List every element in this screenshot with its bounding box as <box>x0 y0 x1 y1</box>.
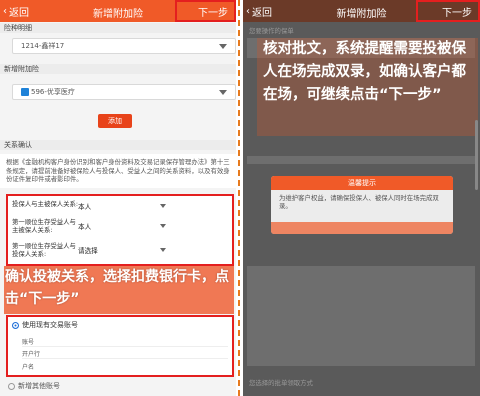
warm-tip-dialog: 温馨提示 为维护客户权益，请确保投保人、被保人同时在场完成双录。 <box>271 176 453 234</box>
relation-confirm-box: 投保人与主被保人关系: 本人 第一顺位生存受益人与主被保人关系: 本人 第一顺位… <box>6 194 234 266</box>
caret-down-icon <box>160 224 166 228</box>
scrollbar[interactable] <box>475 120 478 190</box>
rider-select-value: 1214-鑫祥17 <box>21 42 65 50</box>
content-block <box>247 156 475 164</box>
caret-down-icon <box>160 248 166 252</box>
add-rider-select-value: 596-优享医疗 <box>31 88 75 96</box>
field-divider <box>22 346 228 347</box>
relation-row-value[interactable]: 本人 <box>78 221 91 231</box>
dialog-body: 为维护客户权益，请确保投保人、被保人同时在场完成双录。 <box>279 194 439 210</box>
relation-section-label: 关系确认 <box>0 140 236 150</box>
annotation-right: 核对批文，系统提醒需要投被保人在场完成双录，如确认客户都在场，可继续点击“下一步… <box>263 41 466 103</box>
account-field-label: 户名 <box>22 364 35 371</box>
content-block <box>247 266 475 366</box>
left-screen: ‹ 返回 新增附加险 下一步 险种明细 1214-鑫祥17 新增附加险 596-… <box>0 0 236 396</box>
add-rider-section-label: 新增附加险 <box>0 64 236 74</box>
account-other-label: 新增其他账号 <box>18 382 60 390</box>
caret-down-icon <box>160 204 166 208</box>
radio-selected-icon[interactable] <box>12 321 19 329</box>
add-button[interactable]: 添加 <box>98 114 132 128</box>
caret-down-icon <box>219 90 227 95</box>
radio-unselected-icon[interactable] <box>8 382 15 390</box>
relation-row-label: 投保人与主被保人关系: <box>12 200 79 208</box>
account-existing-label: 使用现有交易账号 <box>22 321 78 329</box>
panel-divider <box>238 0 240 396</box>
rider-section-label: 险种明细 <box>0 23 236 33</box>
field-divider <box>22 358 228 359</box>
relation-row-value[interactable]: 本人 <box>78 201 91 211</box>
annotation-left: 确认投被关系，选择扣费银行卡，点击“下一步” <box>5 269 229 307</box>
highlight-frame-next <box>416 0 480 22</box>
composite-screenshot: ‹ 返回 新增附加险 下一步 险种明细 1214-鑫祥17 新增附加险 596-… <box>0 0 480 396</box>
receipt-method-label: 您选择的批单领取方式 <box>249 379 313 387</box>
account-other-option[interactable]: 新增其他账号 <box>8 381 60 391</box>
dialog-title: 温馨提示 <box>271 176 453 190</box>
highlight-frame-next <box>175 0 236 22</box>
dialog-confirm-button[interactable] <box>271 222 453 234</box>
policy-section-label: 您要操作的保单 <box>249 27 294 35</box>
account-select-box: 使用现有交易账号 账号 开户行 户名 <box>6 315 234 377</box>
relation-row-label: 第一顺位生存受益人与主被保人关系: <box>12 218 76 234</box>
account-existing-option[interactable]: 使用现有交易账号 <box>12 320 78 330</box>
relation-row-label: 第一顺位生存受益人与投保人关系: <box>12 242 76 258</box>
notice-text: 根据《金融机构客户身份识别和客户身份资料及交易记录保存管理办法》第十三条规定，请… <box>6 158 230 183</box>
caret-down-icon <box>219 44 227 49</box>
right-screen: ‹ 返回 新增附加险 下一步 您要操作的保单 您选择的批单领取方式 核对批文，系… <box>243 0 480 396</box>
account-field-label: 开户行 <box>22 351 41 358</box>
checkbox-icon[interactable] <box>21 88 29 96</box>
rider-select[interactable]: 1214-鑫祥17 <box>12 38 236 54</box>
add-rider-select[interactable]: 596-优享医疗 <box>12 84 236 100</box>
relation-row-value[interactable]: 请选择 <box>78 245 98 255</box>
relation-notice: 根据《金融机构客户身份识别和客户身份资料及交易记录保存管理办法》第十三条规定，请… <box>0 154 236 188</box>
account-field-label: 账号 <box>22 339 35 346</box>
